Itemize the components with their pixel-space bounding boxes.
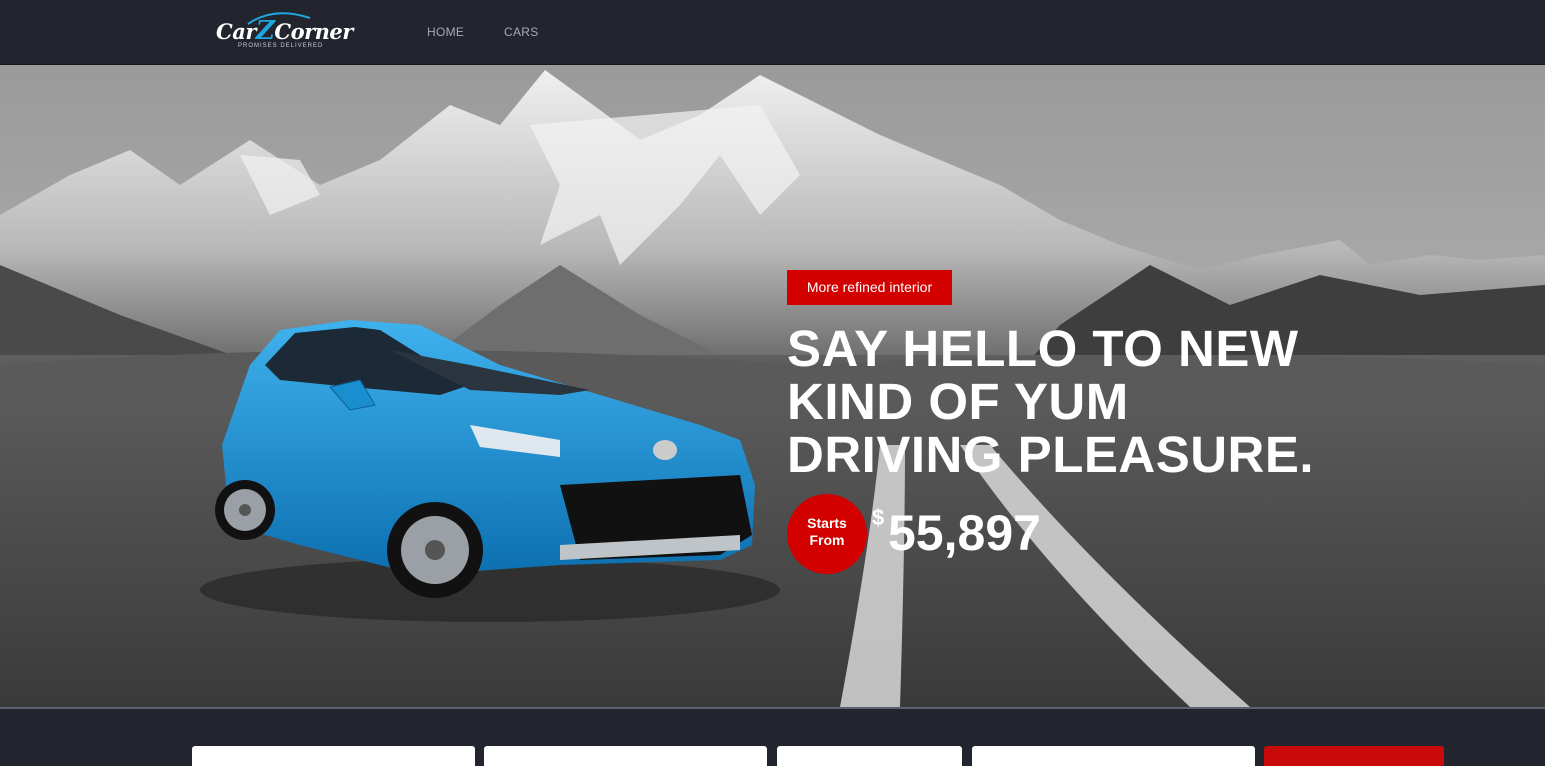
price-prefix-line1: Starts: [807, 515, 847, 531]
feature-badge-button[interactable]: More refined interior: [787, 270, 952, 305]
hero-banner: More refined interior SAY HELLO TO NEW K…: [0, 65, 1545, 707]
nav-cars-link[interactable]: CARS: [504, 25, 539, 39]
currency-symbol: $: [872, 505, 885, 530]
price-prefix-line2: From: [809, 532, 845, 548]
hero-headline: SAY HELLO TO NEW KIND OF YUM DRIVING PLE…: [787, 320, 1315, 483]
logo-wordmark: CarZCorner: [216, 16, 353, 46]
site-logo[interactable]: CarZCorner Promises Delivered: [216, 10, 353, 54]
top-navbar: CarZCorner Promises Delivered HOME CARS: [0, 0, 1545, 65]
search-button[interactable]: [1264, 746, 1444, 766]
price-amount: 55,897: [888, 505, 1041, 561]
search-field-2[interactable]: [484, 746, 767, 766]
logo-tagline: Promises Delivered: [238, 43, 324, 49]
search-field-3[interactable]: [777, 746, 962, 766]
search-field-1[interactable]: [192, 746, 475, 766]
nav-home-link[interactable]: HOME: [427, 25, 464, 39]
search-field-4[interactable]: [972, 746, 1255, 766]
price-prefix-badge: Starts From: [787, 494, 867, 574]
